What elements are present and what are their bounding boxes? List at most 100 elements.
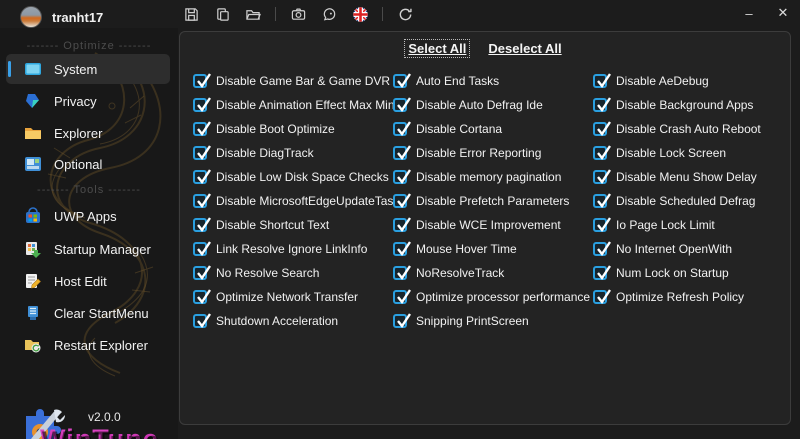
sidebar-item-system[interactable]: System xyxy=(6,54,170,84)
checkbox-item[interactable]: Disable memory pagination xyxy=(393,168,590,184)
checkbox-item[interactable]: Disable Shortcut Text xyxy=(193,216,399,232)
checkbox-checked-icon[interactable] xyxy=(393,216,411,232)
checkbox-checked-icon[interactable] xyxy=(393,192,411,208)
checkbox-item[interactable]: Optimize Refresh Policy xyxy=(593,288,761,304)
checkbox-item[interactable]: Disable Menu Show Delay xyxy=(593,168,761,184)
checkbox-checked-icon[interactable] xyxy=(393,168,411,184)
checkbox-checked-icon[interactable] xyxy=(393,264,411,280)
sidebar-item-label: Host Edit xyxy=(54,273,107,289)
checkbox-checked-icon[interactable] xyxy=(193,96,211,112)
checkbox-item[interactable]: Disable Animation Effect Max Min xyxy=(193,96,399,112)
refresh-button[interactable] xyxy=(394,3,416,25)
checkbox-item[interactable]: Disable Error Reporting xyxy=(393,144,590,160)
checkbox-checked-icon[interactable] xyxy=(193,312,211,328)
checkbox-checked-icon[interactable] xyxy=(193,240,211,256)
checkbox-label: Disable MicrosoftEdgeUpdateTask xyxy=(216,193,400,208)
checkbox-item[interactable]: Disable DiagTrack xyxy=(193,144,399,160)
sidebar-item-host-edit[interactable]: Host Edit xyxy=(6,266,170,296)
checkbox-item[interactable]: Disable Boot Optimize xyxy=(193,120,399,136)
checkbox-checked-icon[interactable] xyxy=(393,312,411,328)
save-button[interactable] xyxy=(180,3,202,25)
checkbox-item[interactable]: Mouse Hover Time xyxy=(393,240,590,256)
checkbox-item[interactable]: Disable Game Bar & Game DVR xyxy=(193,72,399,88)
deselect-all-button[interactable]: Deselect All xyxy=(485,40,564,57)
checkbox-item[interactable]: Optimize Network Transfer xyxy=(193,288,399,304)
checkbox-checked-icon[interactable] xyxy=(193,144,211,160)
checkbox-checked-icon[interactable] xyxy=(193,192,211,208)
user-profile[interactable]: tranht17 xyxy=(20,6,103,28)
checkbox-item[interactable]: No Resolve Search xyxy=(193,264,399,280)
titlebar[interactable]: tranht17 – ✕ xyxy=(0,0,800,28)
sidebar-item-optional[interactable]: Optional xyxy=(6,149,170,179)
checkbox-item[interactable]: Snipping PrintScreen xyxy=(393,312,590,328)
feedback-button[interactable] xyxy=(318,3,340,25)
checkbox-item[interactable]: Disable Cortana xyxy=(393,120,590,136)
checkbox-label: Mouse Hover Time xyxy=(416,241,517,256)
checkbox-label: Disable Lock Screen xyxy=(616,145,727,160)
checkbox-checked-icon[interactable] xyxy=(593,192,611,208)
sidebar-item-startup-manager[interactable]: Startup Manager xyxy=(6,234,170,264)
checkbox-checked-icon[interactable] xyxy=(193,288,211,304)
checkbox-checked-icon[interactable] xyxy=(593,120,611,136)
checkbox-checked-icon[interactable] xyxy=(193,216,211,232)
checkbox-checked-icon[interactable] xyxy=(593,168,611,184)
paste-icon xyxy=(215,7,230,22)
checkbox-item[interactable]: Auto End Tasks xyxy=(393,72,590,88)
language-button[interactable] xyxy=(349,3,371,25)
checkbox-item[interactable]: Disable Low Disk Space Checks xyxy=(193,168,399,184)
checkbox-item[interactable]: Shutdown Acceleration xyxy=(193,312,399,328)
checkbox-item[interactable]: No Internet OpenWith xyxy=(593,240,761,256)
checkbox-label: Shutdown Acceleration xyxy=(216,313,339,328)
checkbox-checked-icon[interactable] xyxy=(593,288,611,304)
checkbox-item[interactable]: Disable Lock Screen xyxy=(593,144,761,160)
checkbox-checked-icon[interactable] xyxy=(393,72,411,88)
checkbox-item[interactable]: Disable Background Apps xyxy=(593,96,761,112)
checkbox-item[interactable]: Disable Crash Auto Reboot xyxy=(593,120,761,136)
sidebar-item-clear-startmenu[interactable]: Clear StartMenu xyxy=(6,298,170,328)
checkbox-checked-icon[interactable] xyxy=(393,288,411,304)
checkbox-checked-icon[interactable] xyxy=(593,72,611,88)
open-folder-button[interactable] xyxy=(242,3,264,25)
sidebar-item-explorer[interactable]: Explorer xyxy=(6,118,170,148)
sidebar-item-restart-explorer[interactable]: Restart Explorer xyxy=(6,330,170,360)
checkbox-checked-icon[interactable] xyxy=(393,240,411,256)
checkbox-item[interactable]: Optimize processor performance xyxy=(393,288,590,304)
checkbox-checked-icon[interactable] xyxy=(593,96,611,112)
paste-button[interactable] xyxy=(211,3,233,25)
minimize-button[interactable]: – xyxy=(732,0,766,26)
checkbox-item[interactable]: Disable MicrosoftEdgeUpdateTask xyxy=(193,192,400,208)
username-label: tranht17 xyxy=(52,9,104,25)
checkbox-item[interactable]: Disable Prefetch Parameters xyxy=(393,192,590,208)
checkbox-checked-icon[interactable] xyxy=(193,264,211,280)
checkbox-item[interactable]: Link Resolve Ignore LinkInfo xyxy=(193,240,399,256)
checkbox-item[interactable]: Disable WCE Improvement xyxy=(393,216,590,232)
checkbox-item[interactable]: Disable Auto Defrag Ide xyxy=(393,96,590,112)
checkbox-checked-icon[interactable] xyxy=(393,144,411,160)
privacy-icon xyxy=(24,92,42,110)
checkbox-checked-icon[interactable] xyxy=(593,216,611,232)
checkbox-checked-icon[interactable] xyxy=(193,168,211,184)
checkbox-item[interactable]: Disable AeDebug xyxy=(593,72,761,88)
screenshot-button[interactable] xyxy=(287,3,309,25)
select-all-button[interactable]: Select All xyxy=(404,39,471,58)
checkbox-checked-icon[interactable] xyxy=(593,144,611,160)
checkbox-item[interactable]: NoResolveTrack xyxy=(393,264,590,280)
checkbox-checked-icon[interactable] xyxy=(393,120,411,136)
sidebar-item-label: Startup Manager xyxy=(54,241,151,257)
checkbox-checked-icon[interactable] xyxy=(193,120,211,136)
checkbox-label: Disable Scheduled Defrag xyxy=(616,193,756,208)
checkbox-checked-icon[interactable] xyxy=(393,96,411,112)
sidebar-item-privacy[interactable]: Privacy xyxy=(6,86,170,116)
checkbox-label: Disable Low Disk Space Checks xyxy=(216,169,389,184)
checkbox-item[interactable]: Disable Scheduled Defrag xyxy=(593,192,761,208)
checkbox-checked-icon[interactable] xyxy=(593,240,611,256)
checkbox-item[interactable]: Num Lock on Startup xyxy=(593,264,761,280)
checkbox-label: Disable Animation Effect Max Min xyxy=(216,97,395,112)
user-avatar xyxy=(20,6,42,28)
sidebar-item-uwp-apps[interactable]: UWP Apps xyxy=(6,201,170,231)
checkbox-checked-icon[interactable] xyxy=(593,264,611,280)
close-button[interactable]: ✕ xyxy=(766,0,800,26)
checkbox-item[interactable]: Io Page Lock Limit xyxy=(593,216,761,232)
sidebar-item-label: Privacy xyxy=(54,93,97,109)
checkbox-checked-icon[interactable] xyxy=(193,72,211,88)
